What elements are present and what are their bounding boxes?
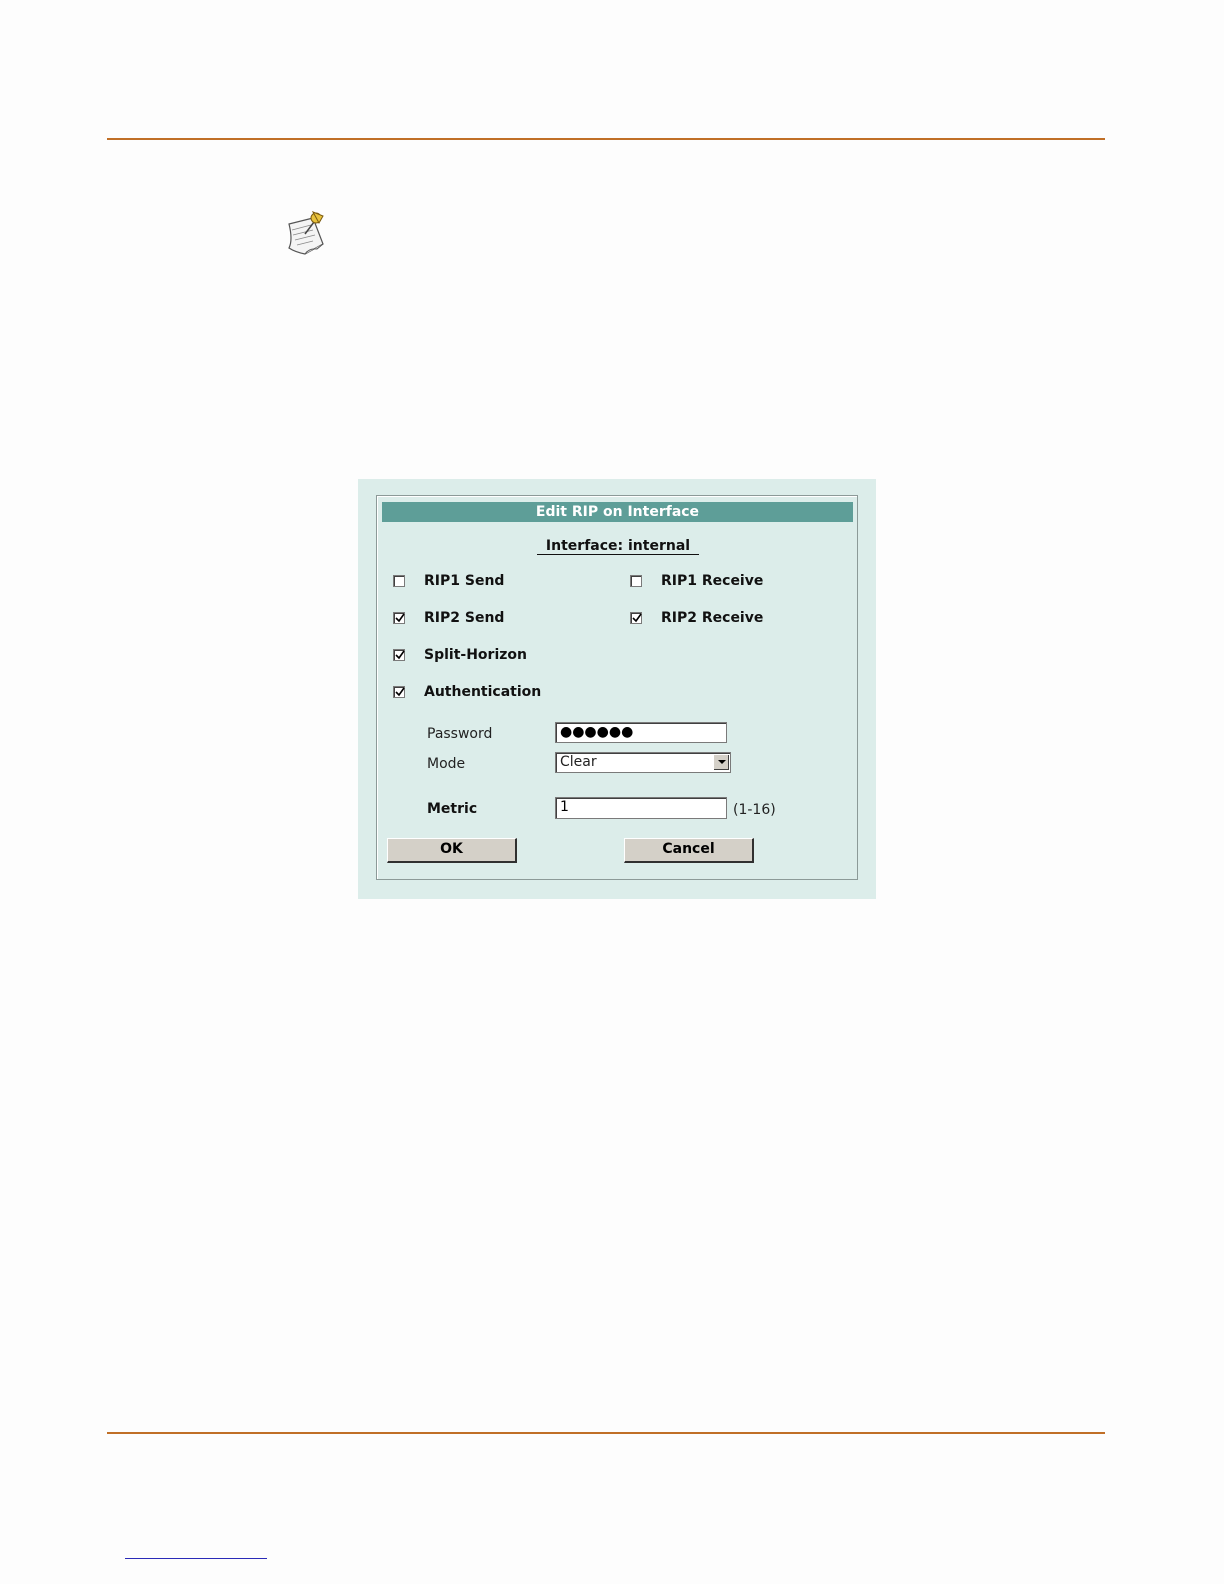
rip1-receive-label: RIP1 Receive xyxy=(661,573,764,589)
chevron-down-icon[interactable] xyxy=(713,754,729,770)
rip2-receive-label: RIP2 Receive xyxy=(661,610,764,626)
interface-label-text: Interface: internal xyxy=(536,538,700,555)
split-horizon-checkbox[interactable] xyxy=(393,649,405,661)
authentication-label: Authentication xyxy=(424,684,542,700)
dialog-screenshot-frame: Edit RIP on Interface Interface: interna… xyxy=(358,479,876,899)
interface-label: Interface: internal xyxy=(377,538,859,555)
split-horizon-label: Split-Horizon xyxy=(424,647,527,663)
metric-field[interactable]: 1 xyxy=(555,797,727,819)
header-rule xyxy=(107,138,1105,140)
metric-range-hint: (1-16) xyxy=(733,802,776,818)
footer-rule xyxy=(107,1432,1105,1434)
metric-label: Metric xyxy=(427,801,478,817)
checkmark-icon xyxy=(395,650,405,660)
cancel-button[interactable]: Cancel xyxy=(624,838,754,863)
rip2-send-checkbox[interactable] xyxy=(393,612,405,624)
authentication-checkbox[interactable] xyxy=(393,686,405,698)
password-field[interactable]: ●●●●●● xyxy=(555,722,727,743)
checkmark-icon xyxy=(632,613,642,623)
rip2-receive-checkbox[interactable] xyxy=(630,612,642,624)
checkmark-icon xyxy=(395,613,405,623)
edit-rip-dialog: Edit RIP on Interface Interface: interna… xyxy=(376,495,858,880)
mode-select-value: Clear xyxy=(560,754,597,770)
rip1-send-checkbox[interactable] xyxy=(393,575,405,587)
dialog-title: Edit RIP on Interface xyxy=(382,502,853,522)
footer-link-underline xyxy=(125,1558,267,1559)
rip1-send-label: RIP1 Send xyxy=(424,573,505,589)
note-pushpin-icon xyxy=(283,204,337,258)
mode-label: Mode xyxy=(427,756,466,772)
checkmark-icon xyxy=(395,687,405,697)
rip1-receive-checkbox[interactable] xyxy=(630,575,642,587)
password-label: Password xyxy=(427,726,493,742)
ok-button[interactable]: OK xyxy=(387,838,517,863)
mode-select[interactable]: Clear xyxy=(555,752,731,773)
rip2-send-label: RIP2 Send xyxy=(424,610,505,626)
